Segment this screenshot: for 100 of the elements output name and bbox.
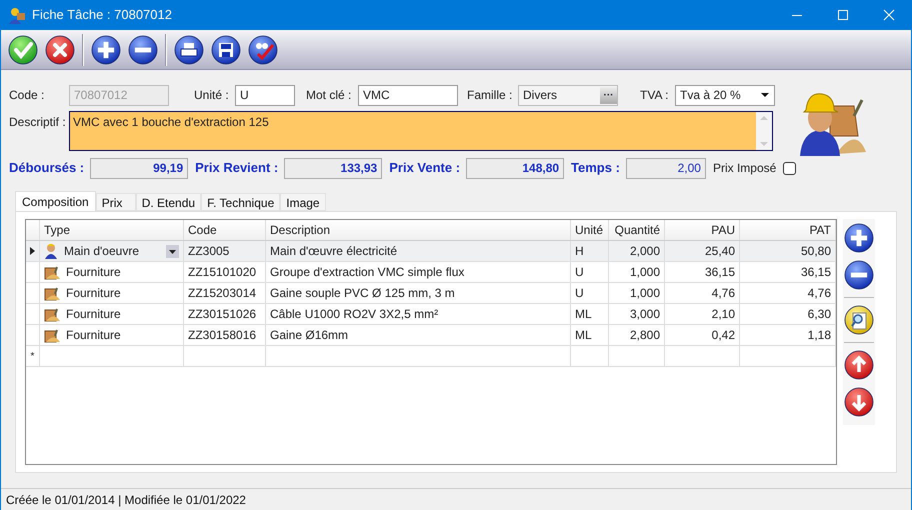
table-cell: U — [571, 262, 609, 282]
cell-text: Fourniture — [66, 284, 122, 302]
table-cell: ML — [571, 304, 609, 324]
add-icon[interactable] — [91, 34, 121, 64]
column-header[interactable]: Unité — [571, 220, 609, 240]
table-cell: 25,40 — [665, 241, 740, 261]
printer-icon[interactable] — [174, 34, 204, 64]
table-cell: 0,42 — [665, 325, 740, 345]
field-label: TVA : — [640, 87, 670, 104]
column-header[interactable]: Type — [40, 220, 184, 240]
tab[interactable]: Prix — [96, 193, 136, 211]
cell-text: Fourniture — [66, 264, 122, 280]
remove-icon[interactable] — [844, 260, 874, 290]
tab[interactable]: Composition — [15, 191, 96, 211]
column-header[interactable]: Quantité — [609, 220, 665, 240]
column-header[interactable]: Description — [266, 220, 571, 240]
tab[interactable]: D. Etendu — [136, 193, 202, 211]
table-cell: 4,76 — [740, 283, 836, 303]
field-label: Mot clé : — [306, 87, 352, 104]
table-cell: 36,15 — [740, 262, 836, 282]
cell-text: Fourniture — [66, 306, 122, 322]
dropdown-value: Tva à 20 % — [680, 87, 742, 104]
cancel-icon[interactable] — [45, 34, 75, 64]
table-cell: H — [571, 241, 609, 261]
field-label: Temps : — [571, 159, 620, 178]
table-cell: ML — [571, 325, 609, 345]
app-icon — [8, 6, 26, 24]
amount-field: 133,93 — [284, 158, 382, 178]
table-row[interactable]: Fourniture ZZ30158016 Gaine Ø16mm ML 2,800 0,42 1,18 — [26, 325, 836, 346]
remove-icon[interactable] — [128, 34, 158, 64]
amount-field: 148,80 — [466, 158, 564, 178]
field-label: Code : — [9, 87, 46, 104]
spell-check-icon[interactable] — [248, 34, 278, 64]
field-label: Déboursés : — [9, 159, 84, 178]
field-label: Prix Imposé — [712, 160, 776, 177]
window-title: Fiche Tâche : 70807012 — [32, 6, 172, 24]
magnifier-icon[interactable] — [844, 305, 874, 335]
table-row[interactable]: Fourniture ZZ15101020 Groupe d'extraction VMC simple flux U 1,000 36,15 36,15 — [26, 262, 836, 283]
vat-dropdown[interactable]: Tva à 20 % — [675, 84, 775, 106]
description-field[interactable]: VMC avec 1 bouche d'extraction 125 — [69, 111, 773, 151]
field-label: Descriptif : — [9, 114, 67, 131]
table-cell: 4,76 — [665, 283, 740, 303]
amount-field: 99,19 — [90, 158, 188, 178]
table-cell: 36,15 — [665, 262, 740, 282]
table-cell: ZZ15101020 — [184, 262, 266, 282]
amount-field: 2,00 — [626, 158, 706, 178]
cell-text: Fourniture — [66, 326, 122, 344]
dropdown-button-icon[interactable] — [166, 244, 179, 258]
supply-box-icon — [44, 285, 60, 301]
tab[interactable]: F. Technique — [201, 193, 280, 211]
floppy-disk-icon[interactable] — [211, 34, 241, 64]
table-cell: ZZ15203014 — [184, 283, 266, 303]
table-row[interactable]: Fourniture ZZ15203014 Gaine souple PVC Ø 125 mm, 3 m U 1,000 4,76 4,76 — [26, 283, 836, 304]
table-cell: Main d'œuvre électricité — [266, 241, 571, 261]
field-label: Unité : — [194, 87, 230, 104]
confirm-icon[interactable] — [8, 34, 38, 64]
table-cell: Câble U1000 RO2V 3X2,5 mm² — [266, 304, 571, 324]
column-header[interactable]: Code — [184, 220, 266, 240]
table-cell: 3,000 — [609, 304, 665, 324]
table-cell: ZZ30151026 — [184, 304, 266, 324]
table-cell: 1,000 — [609, 262, 665, 282]
field-label: Famille : — [467, 87, 514, 104]
new-row-marker: * — [30, 350, 34, 364]
table-cell: ZZ3005 — [184, 241, 266, 261]
supply-box-icon — [44, 327, 60, 343]
field-label: Prix Vente : — [389, 159, 460, 178]
field-value: Divers — [523, 87, 558, 104]
table-row[interactable]: Main d'oeuvre ZZ3005 Main d'œuvre électricité H 2,000 25,40 50,80 — [26, 241, 836, 262]
table-cell: 6,30 — [740, 304, 836, 324]
row-pointer-icon — [30, 247, 35, 255]
worker-icon — [44, 243, 58, 259]
supply-box-icon — [44, 264, 60, 280]
unit-field[interactable]: U — [235, 84, 295, 106]
field-label: Prix Revient : — [195, 159, 278, 178]
table-cell: Gaine souple PVC Ø 125 mm, 3 m — [266, 283, 571, 303]
status-text: Créée le 01/01/2014 | Modifiée le 01/01/2022 — [6, 492, 246, 508]
checkbox[interactable] — [783, 162, 796, 174]
table-cell: U — [571, 283, 609, 303]
table-cell: ZZ30158016 — [184, 325, 266, 345]
table-row[interactable]: Fourniture ZZ30151026 Câble U1000 RO2V 3X2,5 mm² ML 3,000 2,10 6,30 — [26, 304, 836, 325]
table-cell: 1,18 — [740, 325, 836, 345]
column-header[interactable]: PAU — [665, 220, 740, 240]
keyword-field[interactable]: VMC — [358, 84, 458, 106]
family-field[interactable]: Divers ··· — [518, 84, 618, 106]
cell-text: Main d'oeuvre — [64, 242, 140, 260]
table-cell: 50,80 — [740, 241, 836, 261]
field-value: VMC avec 1 bouche d'extraction 125 — [72, 114, 270, 131]
table-cell: Gaine Ø16mm — [266, 325, 571, 345]
table-cell: Groupe d'extraction VMC simple flux — [266, 262, 571, 282]
browse-button[interactable]: ··· — [600, 86, 617, 104]
supply-box-icon — [44, 306, 60, 322]
table-cell: 1,000 — [609, 283, 665, 303]
scrollbar-icon — [756, 112, 772, 150]
tab[interactable]: Image — [280, 193, 326, 211]
caret-icon — [759, 91, 771, 99]
table-cell: 2,000 — [609, 241, 665, 261]
table-cell: 2,800 — [609, 325, 665, 345]
column-header[interactable]: PAT — [740, 220, 836, 240]
table-cell: 2,10 — [665, 304, 740, 324]
add-icon[interactable] — [844, 223, 874, 253]
